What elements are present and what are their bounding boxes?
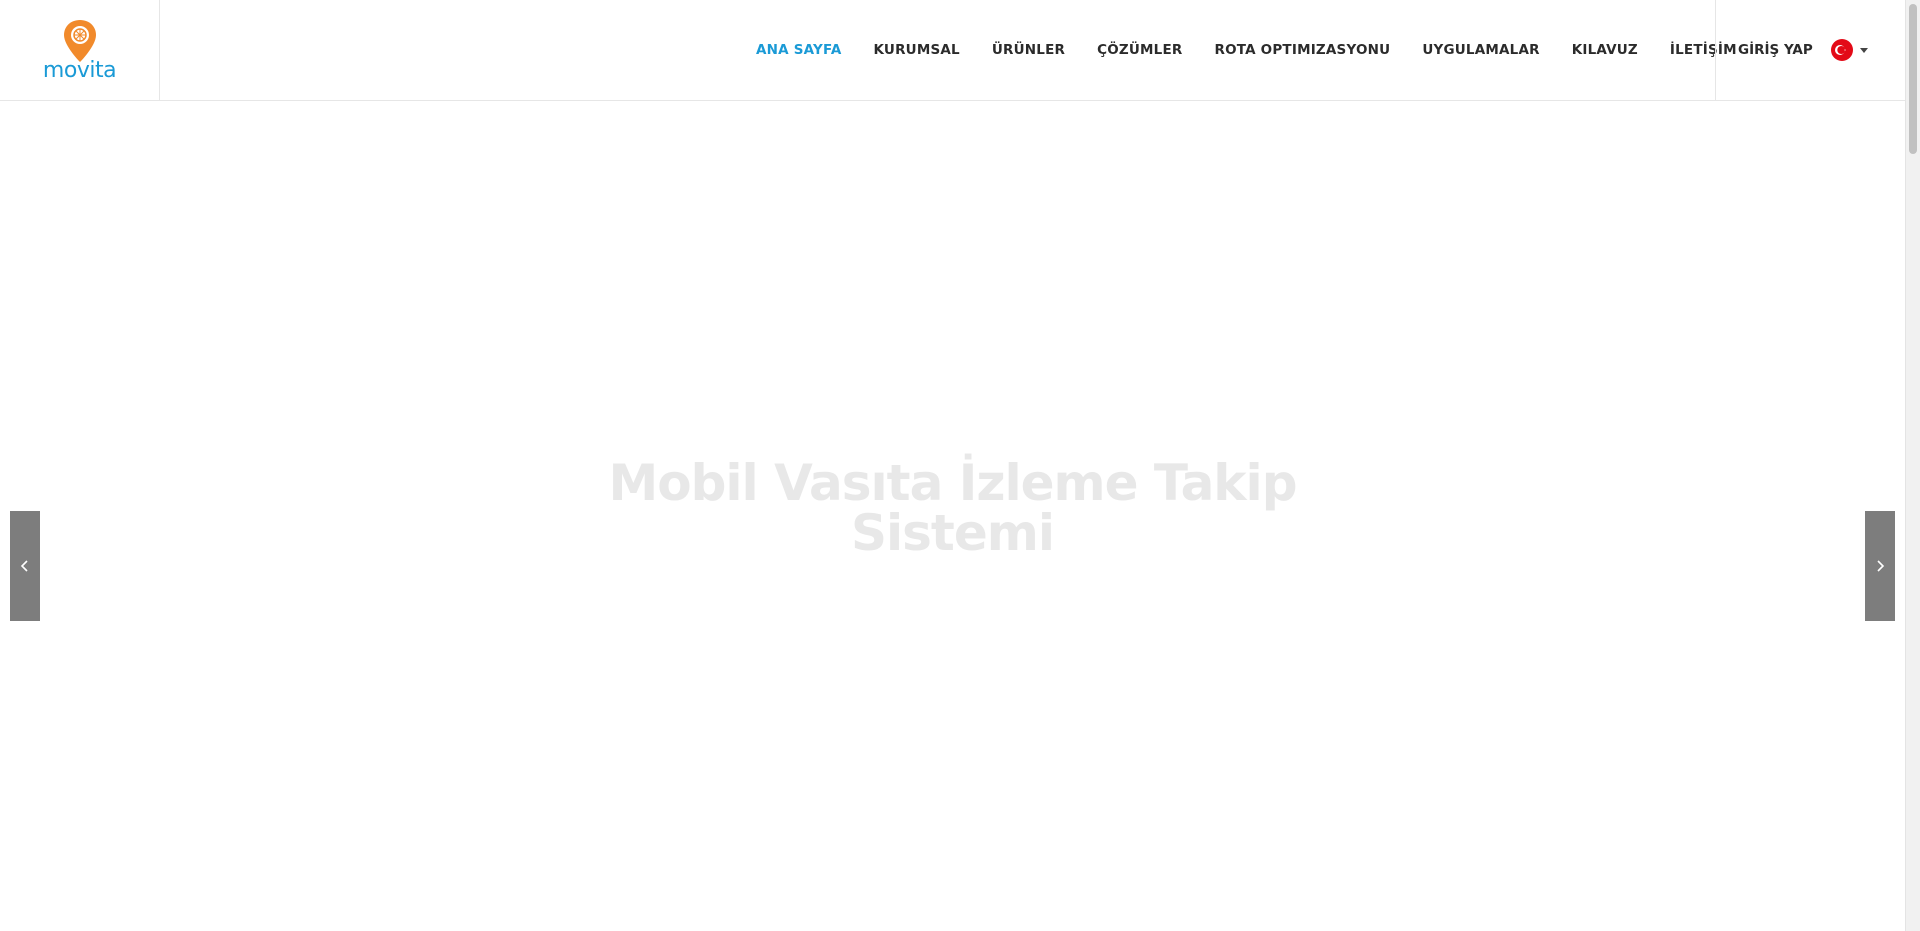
nav-item-ana-sayfa[interactable]: ANA SAYFA (740, 42, 857, 58)
nav-item-kilavuz[interactable]: KILAVUZ (1556, 42, 1654, 58)
header-divider (1715, 0, 1716, 100)
page: movita ANA SAYFA KURUMSAL ÜRÜNLER ÇÖZÜML… (0, 0, 1920, 931)
turkey-flag-icon (1831, 39, 1853, 61)
slide-title-line-1: Mobil Vasıta İzleme Takip (608, 454, 1298, 512)
chevron-right-icon (1877, 560, 1885, 572)
language-selector[interactable] (1830, 38, 1868, 62)
hero-slider: Mobil Vasıta İzleme Takip Sistemi (0, 101, 1905, 931)
nav-item-uygulamalar[interactable]: UYGULAMALAR (1406, 42, 1555, 58)
main-nav: ANA SAYFA KURUMSAL ÜRÜNLER ÇÖZÜMLER ROTA… (740, 0, 1753, 100)
logo-text: movita (42, 57, 117, 83)
nav-item-kurumsal[interactable]: KURUMSAL (857, 42, 975, 58)
logo[interactable]: movita (0, 0, 160, 100)
nav-item-cozumler[interactable]: ÇÖZÜMLER (1081, 42, 1198, 58)
chevron-left-icon (20, 560, 28, 572)
site-header: movita ANA SAYFA KURUMSAL ÜRÜNLER ÇÖZÜML… (0, 0, 1905, 101)
chevron-down-icon (1860, 47, 1868, 53)
login-button[interactable]: GİRİŞ YAP (1738, 0, 1813, 100)
page-scrollbar[interactable] (1905, 0, 1920, 931)
slide-title: Mobil Vasıta İzleme Takip Sistemi (0, 458, 1905, 558)
slide-title-line-2: Sistemi (851, 504, 1055, 562)
nav-item-rota-optimizasyonu[interactable]: ROTA OPTIMIZASYONU (1198, 42, 1406, 58)
nav-item-urunler[interactable]: ÜRÜNLER (976, 42, 1081, 58)
scrollbar-thumb[interactable] (1909, 4, 1917, 154)
